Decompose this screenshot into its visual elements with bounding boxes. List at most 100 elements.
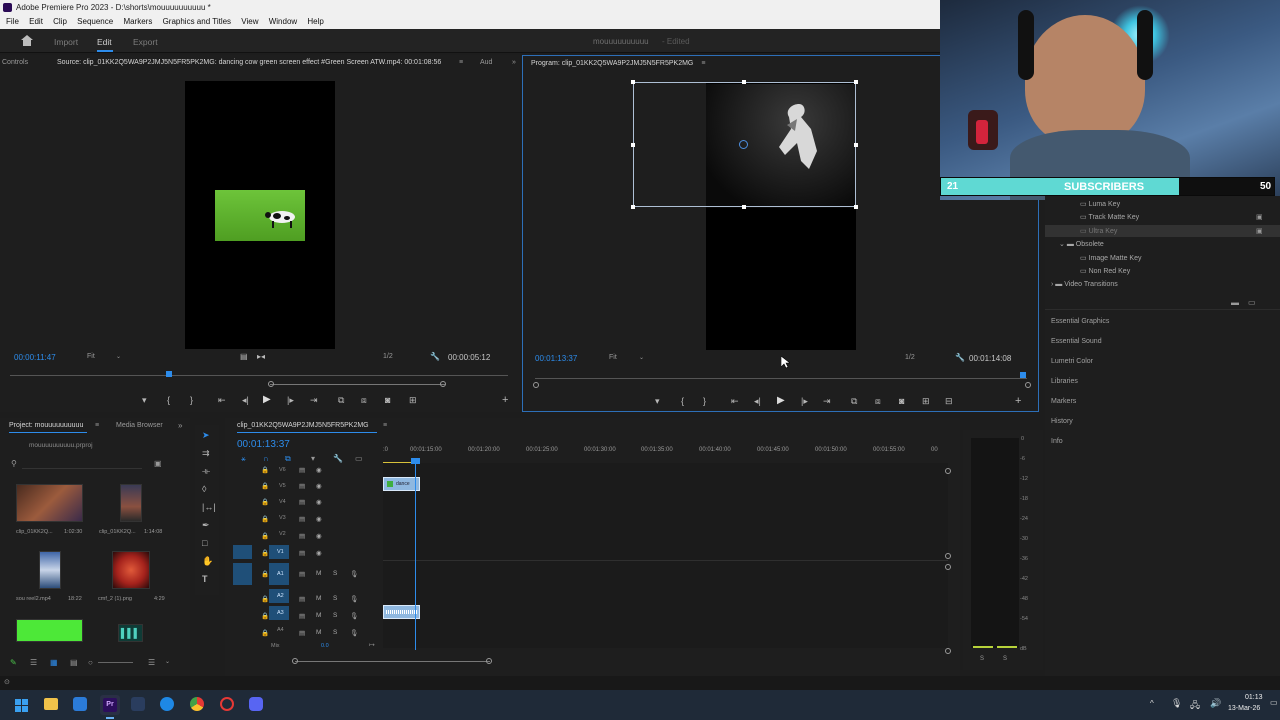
sync-icon[interactable]: ▤ <box>299 466 305 474</box>
transform-handle[interactable] <box>742 205 746 209</box>
search-input[interactable] <box>22 459 142 469</box>
solo-right-button[interactable]: S <box>1003 656 1007 662</box>
scroll-handle-left[interactable] <box>292 658 298 664</box>
chrome-icon[interactable] <box>190 697 204 711</box>
menu-edit[interactable]: Edit <box>29 17 43 26</box>
vertical-zoom-handle[interactable] <box>945 648 951 654</box>
chevron-down-icon[interactable]: ⌄ <box>639 354 644 361</box>
tab-source[interactable]: Source: clip_01KK2Q5WA9P2JMJ5N5FR5PK2MG:… <box>57 55 441 71</box>
add-button-icon[interactable]: + <box>1015 395 1021 407</box>
panel-libraries[interactable]: Libraries <box>1051 378 1078 385</box>
chevron-down-icon[interactable]: ⌄ <box>116 353 121 360</box>
clip-thumbnail[interactable] <box>39 551 61 589</box>
clip-thumbnail[interactable] <box>16 619 83 642</box>
menu-help[interactable]: Help <box>307 17 323 26</box>
mix-arrows-icon[interactable]: ↦ <box>369 641 375 649</box>
menu-icon[interactable]: ≡ <box>383 422 387 429</box>
menu-markers[interactable]: Markers <box>123 17 152 26</box>
new-bin-icon[interactable]: ▬ <box>1231 298 1239 307</box>
menu-file[interactable]: File <box>6 17 19 26</box>
source-fit-select[interactable]: Fit <box>87 353 95 360</box>
microphone-icon[interactable]: 🎙 <box>350 612 358 620</box>
program-timecode[interactable]: 00:01:13:37 <box>535 354 577 363</box>
mail-icon[interactable] <box>73 697 87 711</box>
sync-icon[interactable]: ▤ <box>299 612 305 620</box>
drag-video-icon[interactable]: ▸◂ <box>257 352 265 361</box>
source-patch-a1[interactable] <box>233 563 252 585</box>
clip-thumbnail[interactable] <box>112 551 150 589</box>
play-icon[interactable]: ▶ <box>263 394 271 405</box>
notification-icon[interactable]: ▭ <box>1270 698 1278 707</box>
new-bin-icon[interactable]: ▣ <box>154 459 162 468</box>
freeform-view-icon[interactable]: ▤ <box>70 658 78 667</box>
zoom-handle-right[interactable] <box>440 381 446 387</box>
hand-tool-icon[interactable]: ✋ <box>202 556 213 567</box>
go-to-in-icon[interactable]: ⇤ <box>218 395 226 406</box>
lift-icon[interactable]: ⧉ <box>851 396 857 407</box>
eye-icon[interactable]: ◉ <box>316 549 322 557</box>
panel-info[interactable]: Info <box>1051 438 1063 445</box>
settings-button-icon[interactable]: ⊞ <box>409 395 417 406</box>
folder-obsolete[interactable]: Obsolete <box>1076 241 1104 248</box>
transform-handle[interactable] <box>854 205 858 209</box>
sync-icon[interactable]: ▤ <box>299 498 305 506</box>
network-icon[interactable]: 🖧 <box>1190 698 1200 714</box>
microphone-icon[interactable]: 🎙 <box>350 629 358 637</box>
lock-icon[interactable]: 🔒 <box>261 515 269 523</box>
transform-handle[interactable] <box>742 80 746 84</box>
go-to-out-icon[interactable]: ⇥ <box>310 395 318 406</box>
chevron-down-icon[interactable]: ⌄ <box>1059 241 1067 248</box>
type-tool-icon[interactable]: T <box>202 574 208 584</box>
eye-icon[interactable]: ◉ <box>316 482 322 490</box>
program-playhead[interactable] <box>1020 372 1026 378</box>
eye-icon[interactable]: ◉ <box>316 466 322 474</box>
transform-handle[interactable] <box>631 143 635 147</box>
overwrite-icon[interactable]: ⧈ <box>361 395 367 406</box>
list-view-icon[interactable]: ☰ <box>30 658 37 667</box>
source-resolution-select[interactable]: 1/2 <box>383 353 393 360</box>
export-frame-icon[interactable]: ◙ <box>385 395 390 405</box>
thumbnail-zoom-slider[interactable] <box>98 662 133 663</box>
eye-icon[interactable]: ◉ <box>316 515 322 523</box>
scroll-handle-right[interactable] <box>486 658 492 664</box>
pencil-icon[interactable]: ✎ <box>10 658 17 667</box>
tab-sequence[interactable]: clip_01KK2Q5WA9P2JMJ5N5FR5PK2MG <box>237 422 369 429</box>
anchor-point-icon[interactable] <box>739 140 748 149</box>
sync-icon[interactable]: ▤ <box>299 482 305 490</box>
transform-handle[interactable] <box>631 80 635 84</box>
chevron-up-icon[interactable]: ^ <box>1150 699 1154 708</box>
snap-icon[interactable]: ∩ <box>263 454 269 463</box>
source-video-frame[interactable] <box>185 81 335 349</box>
chevron-down-icon[interactable]: ⌄ <box>165 658 170 665</box>
export-frame-icon[interactable]: ◙ <box>899 396 904 406</box>
transform-handle[interactable] <box>854 80 858 84</box>
file-explorer-icon[interactable] <box>44 698 58 710</box>
effect-track-matte-key[interactable]: Track Matte Key <box>1088 214 1139 221</box>
windows-start-icon[interactable] <box>15 699 28 712</box>
source-zoom-bar[interactable] <box>270 384 445 385</box>
mark-out-icon[interactable]: } <box>190 395 193 405</box>
time-ruler[interactable]: :0 00:01:15:00 00:01:20:00 00:01:25:00 0… <box>383 444 943 464</box>
sync-icon[interactable]: ▤ <box>299 515 305 523</box>
menu-icon[interactable]: ≡ <box>701 60 705 67</box>
sync-icon[interactable]: ▤ <box>299 532 305 540</box>
tab-program[interactable]: Program: clip_01KK2Q5WA9P2JMJ5N5FR5PK2MG <box>531 60 693 67</box>
folder-video-transitions[interactable]: Video Transitions <box>1064 281 1118 288</box>
timeline-timecode[interactable]: 00:01:13:37 <box>237 439 290 450</box>
slip-tool-icon[interactable]: |↔| <box>202 502 216 512</box>
tab-effect-controls[interactable]: Controls <box>2 55 28 71</box>
menu-view[interactable]: View <box>241 17 258 26</box>
add-button-icon[interactable]: + <box>502 394 508 406</box>
panel-essential-graphics[interactable]: Essential Graphics <box>1051 318 1109 325</box>
more-tabs-icon[interactable]: » <box>512 55 516 71</box>
solo-left-button[interactable]: S <box>980 656 984 662</box>
vertical-zoom-handle[interactable] <box>945 468 951 474</box>
effect-non-red-key[interactable]: Non Red Key <box>1089 268 1131 275</box>
wrench-icon[interactable]: 🔧 <box>333 454 343 463</box>
home-icon[interactable] <box>21 35 33 46</box>
vertical-zoom-handle[interactable] <box>945 553 951 559</box>
lock-icon[interactable]: 🔒 <box>261 466 269 474</box>
lock-icon[interactable]: 🔒 <box>261 482 269 490</box>
tab-edit[interactable]: Edit <box>97 37 112 47</box>
lock-icon[interactable]: 🔒 <box>261 498 269 506</box>
